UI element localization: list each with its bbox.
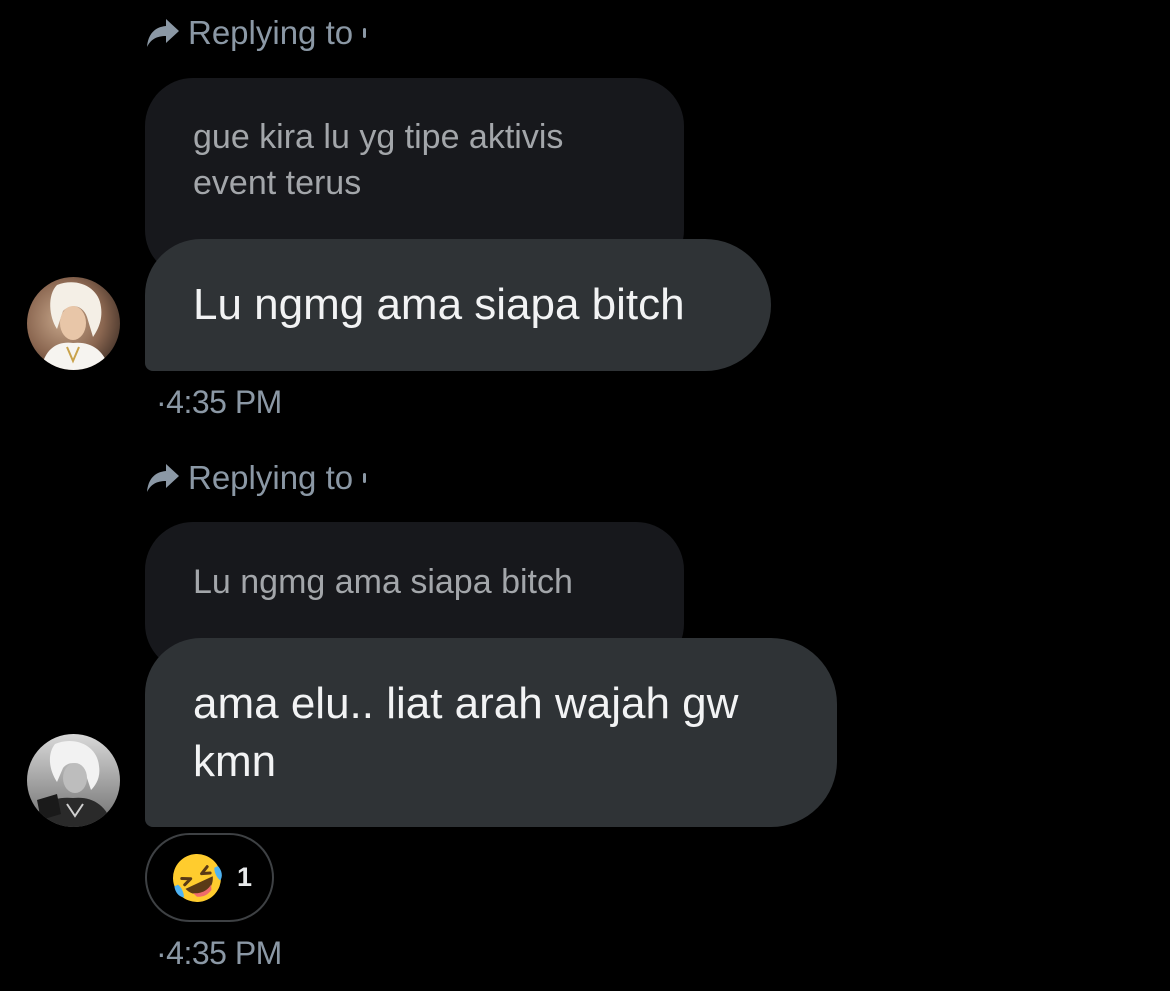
quoted-message-text: gue kira lu yg tipe aktivis event terus: [193, 118, 564, 202]
rolling-on-floor-laughing-emoji-icon: [173, 853, 222, 902]
timestamp-text: 4:35 PM: [166, 935, 282, 971]
avatar[interactable]: [27, 277, 120, 370]
timestamp-dot: ·: [156, 935, 167, 971]
message-bubble[interactable]: Lu ngmg ama siapa bitch: [145, 239, 771, 371]
message-text: Lu ngmg ama siapa bitch: [193, 280, 685, 329]
message-bubble[interactable]: ama elu.. liat arah wajah gw kmn: [145, 638, 837, 827]
quoted-message-text: Lu ngmg ama siapa bitch: [193, 563, 573, 601]
reply-target-name[interactable]: [363, 473, 367, 483]
reply-arrow-icon: [147, 464, 179, 492]
reply-arrow-icon: [147, 19, 179, 47]
timestamp-dot: ·: [156, 384, 167, 420]
reaction-count: 1: [237, 862, 253, 892]
timestamp: ·4:35 PM: [156, 384, 282, 421]
reply-header: Replying to: [146, 14, 367, 52]
message-text: ama elu.. liat arah wajah gw kmn: [193, 678, 739, 786]
reply-label: Replying to: [188, 459, 354, 496]
reply-label: Replying to: [188, 14, 354, 51]
timestamp: ·4:35 PM: [156, 935, 282, 972]
reply-header: Replying to: [146, 459, 367, 497]
reply-target-name[interactable]: [363, 28, 367, 38]
timestamp-text: 4:35 PM: [166, 384, 282, 420]
avatar[interactable]: [27, 734, 120, 827]
reaction-pill[interactable]: 1: [145, 833, 274, 922]
